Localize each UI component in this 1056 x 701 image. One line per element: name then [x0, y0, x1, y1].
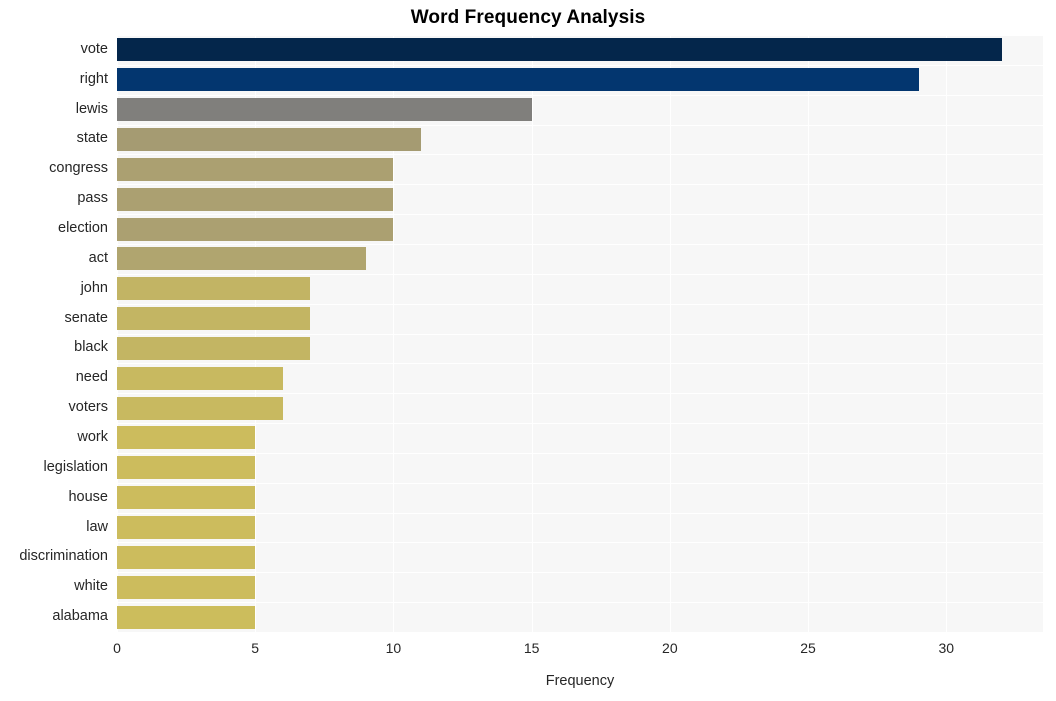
- bar-right: [117, 68, 919, 92]
- gridline-horizontal: [117, 274, 1043, 275]
- gridline-horizontal: [117, 572, 1043, 573]
- gridline-horizontal: [117, 95, 1043, 96]
- gridline-horizontal: [117, 334, 1043, 335]
- gridline-horizontal: [117, 513, 1043, 514]
- bar-vote: [117, 38, 1002, 62]
- gridline-horizontal: [117, 632, 1043, 633]
- x-axis-title: Frequency: [545, 673, 615, 689]
- y-tick-label-voters: voters: [68, 399, 109, 416]
- x-tick-label-25: 25: [800, 640, 816, 656]
- gridline-horizontal: [117, 35, 1043, 36]
- bar-law: [117, 516, 256, 540]
- page-title: Word Frequency Analysis: [410, 7, 646, 28]
- x-tick-label-30: 30: [938, 640, 955, 656]
- x-tick-label-15: 15: [523, 640, 540, 656]
- y-tick-label-need: need: [75, 369, 108, 386]
- y-tick-label-white: white: [74, 578, 108, 595]
- gridline-horizontal: [117, 363, 1043, 364]
- y-tick-label-state: state: [76, 130, 108, 147]
- gridline-horizontal: [117, 393, 1043, 394]
- bar-act: [117, 247, 366, 271]
- y-tick-label-senate: senate: [64, 309, 108, 326]
- x-tick-label-5: 5: [251, 640, 260, 656]
- y-tick-label-pass: pass: [77, 190, 108, 207]
- y-tick-label-election: election: [58, 220, 108, 237]
- y-tick-label-john: john: [80, 279, 108, 296]
- bar-voters: [117, 396, 283, 420]
- gridline-horizontal: [117, 602, 1043, 603]
- gridline-horizontal: [117, 65, 1043, 66]
- bar-alabama: [117, 605, 256, 629]
- y-tick-label-alabama: alabama: [52, 608, 108, 625]
- y-tick-label-right: right: [79, 70, 108, 87]
- gridline-horizontal: [117, 423, 1043, 424]
- bar-state: [117, 127, 422, 151]
- y-tick-label-act: act: [88, 249, 108, 266]
- gridline-horizontal: [117, 184, 1043, 185]
- bar-john: [117, 277, 311, 301]
- x-tick-label-10: 10: [385, 640, 402, 656]
- plot-area: [117, 35, 1043, 633]
- gridline-horizontal: [117, 244, 1043, 245]
- bar-house: [117, 486, 256, 510]
- gridline-horizontal: [117, 483, 1043, 484]
- bar-lewis: [117, 98, 532, 122]
- bar-congress: [117, 157, 394, 181]
- bar-pass: [117, 187, 394, 211]
- bar-need: [117, 366, 283, 390]
- y-tick-label-law: law: [86, 518, 108, 535]
- bar-black: [117, 336, 311, 360]
- y-tick-label-legislation: legislation: [43, 458, 109, 475]
- gridline-horizontal: [117, 154, 1043, 155]
- gridline-horizontal: [117, 542, 1043, 543]
- bar-election: [117, 217, 394, 241]
- x-tick-label-0: 0: [113, 640, 121, 656]
- bar-discrimination: [117, 545, 256, 569]
- word-frequency-chart: Word Frequency Analysis vote right lewis st…: [0, 0, 1056, 701]
- gridline-horizontal: [117, 304, 1043, 305]
- bar-white: [117, 575, 256, 599]
- y-tick-label-congress: congress: [49, 160, 108, 177]
- y-tick-label-discrimination: discrimination: [19, 548, 108, 565]
- y-tick-label-house: house: [68, 488, 108, 505]
- gridline-horizontal: [117, 453, 1043, 454]
- x-tick-label-20: 20: [662, 640, 678, 656]
- gridline-horizontal: [117, 125, 1043, 126]
- y-tick-label-vote: vote: [80, 40, 108, 57]
- gridline-horizontal: [117, 214, 1043, 215]
- y-tick-label-black: black: [74, 339, 108, 356]
- bar-work: [117, 426, 256, 450]
- y-tick-label-work: work: [77, 428, 108, 445]
- bar-legislation: [117, 456, 256, 480]
- y-tick-label-lewis: lewis: [75, 100, 108, 117]
- bar-senate: [117, 307, 311, 331]
